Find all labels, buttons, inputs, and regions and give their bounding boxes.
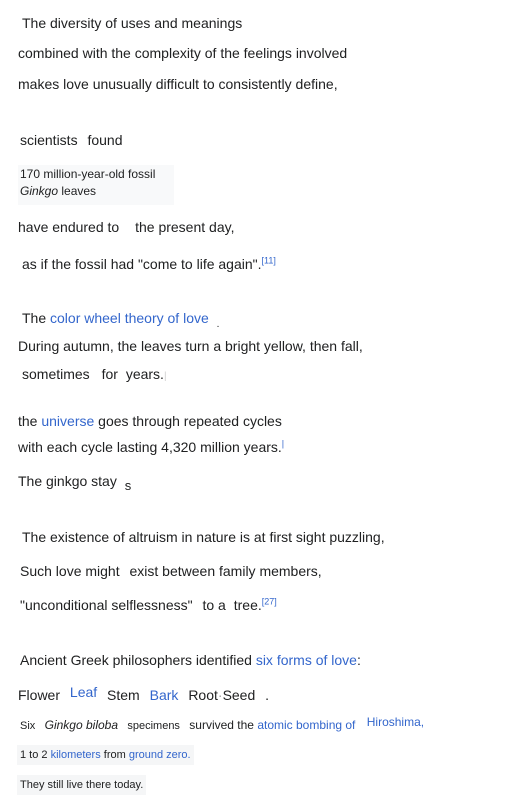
phrase: goes through repeated cycles bbox=[98, 413, 282, 429]
text-line: Six Ginkgo biloba specimens survived the… bbox=[20, 715, 424, 735]
word: found bbox=[87, 132, 123, 148]
punctuation: . bbox=[216, 319, 220, 330]
fragment: s bbox=[124, 478, 132, 493]
text-line: During autumn, the leaves turn a bright … bbox=[18, 338, 363, 354]
box-line: Ginkgo leaves bbox=[20, 183, 172, 200]
text-line: The existence of altruism in nature is a… bbox=[22, 529, 385, 545]
text-line: as if the fossil had "come to life again… bbox=[22, 255, 276, 273]
box-line: 170 million-year-old fossil bbox=[20, 167, 156, 181]
word: Stem bbox=[107, 687, 140, 703]
phrase: "unconditional selflessness" bbox=[20, 597, 193, 613]
italic-term: Ginkgo bbox=[20, 184, 59, 198]
phrase: Ancient Greek philosophers identified bbox=[20, 652, 252, 668]
phrase: exist between family members, bbox=[129, 563, 322, 579]
punctuation: : bbox=[356, 652, 361, 668]
text-line: The ginkgo stay s bbox=[18, 472, 132, 493]
atomic-bombing-link[interactable]: atomic bombing of bbox=[257, 718, 355, 732]
text-line: The diversity of uses and meanings bbox=[22, 15, 243, 31]
phrase: the present day, bbox=[135, 219, 235, 235]
text-line: 1 to 2 kilometers from ground zero. bbox=[17, 745, 194, 765]
bark-link[interactable]: Bark bbox=[150, 687, 179, 703]
phrase: survived the bbox=[189, 718, 254, 732]
word: for bbox=[101, 366, 118, 382]
color-wheel-link[interactable]: color wheel theory of love bbox=[50, 310, 209, 326]
kilometers-link[interactable]: kilometers bbox=[51, 749, 101, 761]
punctuation: . bbox=[265, 687, 270, 703]
phrase: 1 to 2 bbox=[20, 749, 48, 761]
text-line: the universe goes through repeated cycle… bbox=[18, 412, 282, 430]
hiroshima-link[interactable]: Hiroshima, bbox=[367, 715, 424, 729]
word: scientists bbox=[20, 132, 78, 148]
text-line: The color wheel theory of love . bbox=[22, 309, 219, 330]
text-line: "unconditional selflessness" to a tree.[… bbox=[20, 596, 277, 614]
phrase: to a bbox=[202, 597, 226, 613]
reference-link[interactable]: [27] bbox=[262, 596, 277, 606]
phrase: with each cycle lasting 4,320 million ye… bbox=[18, 439, 282, 455]
universe-link[interactable]: universe bbox=[41, 413, 94, 429]
text-line: scientists found bbox=[20, 131, 123, 149]
word: from bbox=[103, 749, 126, 761]
leaf-link[interactable]: Leaf bbox=[70, 684, 97, 700]
word: tree. bbox=[233, 597, 262, 613]
text-line: makes love unusually difficult to consis… bbox=[18, 76, 338, 92]
text-line: Such love might exist between family mem… bbox=[20, 562, 322, 580]
text-line: Ancient Greek philosophers identified si… bbox=[20, 651, 361, 669]
word: specimens bbox=[127, 720, 180, 732]
text-line: sometimes for years.| bbox=[22, 365, 167, 386]
text-line: Flower Leaf Stem Bark Root·Seed . bbox=[18, 684, 270, 704]
word: The bbox=[22, 310, 47, 326]
six-forms-link[interactable]: six forms of love bbox=[256, 652, 357, 668]
text-line: They still live there today. bbox=[17, 775, 147, 795]
reference-link[interactable]: [11] bbox=[262, 255, 276, 265]
phrase: as if the fossil had "come to life again… bbox=[22, 256, 262, 272]
word: sometimes bbox=[22, 366, 90, 382]
tick-mark: | bbox=[163, 371, 167, 382]
phrase: Such love might bbox=[20, 563, 120, 579]
highlight-box: 170 million-year-old fossil Ginkgo leave… bbox=[18, 165, 174, 205]
word: the bbox=[18, 413, 38, 429]
text-line: combined with the complexity of the feel… bbox=[18, 45, 348, 61]
phrase: The ginkgo stay bbox=[18, 473, 117, 489]
word: Seed bbox=[222, 687, 256, 703]
word: Six bbox=[20, 720, 36, 732]
phrase: have endured to bbox=[18, 219, 120, 235]
text-line: have endured to the present day, bbox=[18, 218, 234, 236]
text-line: with each cycle lasting 4,320 million ye… bbox=[18, 438, 284, 456]
italic-term: Ginkgo biloba bbox=[44, 718, 119, 732]
word: Root bbox=[188, 687, 218, 703]
ground-zero-link[interactable]: ground zero. bbox=[129, 749, 191, 761]
word: leaves bbox=[58, 184, 97, 198]
word: years. bbox=[125, 366, 164, 382]
word: Flower bbox=[18, 687, 61, 703]
reference-link-stub[interactable]: | bbox=[282, 438, 284, 448]
